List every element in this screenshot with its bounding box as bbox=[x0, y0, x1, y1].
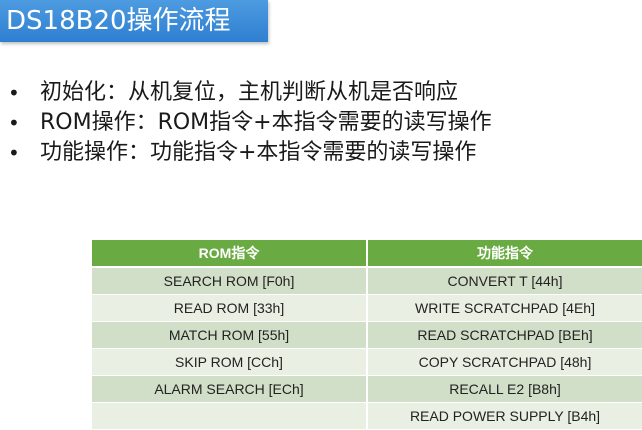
function-command-cell: WRITE SCRATCHPAD [4Eh] bbox=[367, 294, 642, 322]
bullet-text: 初始化：从机复位，主机判断从机是否响应 bbox=[40, 80, 459, 105]
table-row: READ POWER SUPPLY [B4h] bbox=[92, 402, 642, 430]
bullet-text: 功能操作：功能指令+本指令需要的读写操作 bbox=[40, 140, 477, 165]
header-rom-commands: ROM指令 bbox=[92, 240, 368, 268]
command-table: ROM指令 功能指令 SEARCH ROM [F0h] CONVERT T [4… bbox=[92, 240, 642, 430]
table-row: SEARCH ROM [F0h] CONVERT T [44h] bbox=[92, 267, 642, 295]
function-command-cell: RECALL E2 [B8h] bbox=[367, 375, 642, 403]
rom-command-cell bbox=[92, 402, 368, 430]
bullet-text: ROM操作：ROM指令+本指令需要的读写操作 bbox=[40, 110, 492, 135]
rom-command-cell: MATCH ROM [55h] bbox=[92, 321, 368, 349]
bullet-list: • 初始化：从机复位，主机判断从机是否响应 • ROM操作：ROM指令+本指令需… bbox=[8, 78, 638, 168]
bullet-dot-icon: • bbox=[8, 141, 20, 165]
function-command-cell: READ SCRATCHPAD [BEh] bbox=[367, 321, 642, 349]
function-command-cell: COPY SCRATCHPAD [48h] bbox=[367, 348, 642, 376]
slide-title: DS18B20操作流程 bbox=[6, 6, 231, 36]
bullet-item-init: • 初始化：从机复位，主机判断从机是否响应 bbox=[8, 78, 638, 108]
table-header-row: ROM指令 功能指令 bbox=[92, 240, 642, 268]
rom-command-cell: SKIP ROM [CCh] bbox=[92, 348, 368, 376]
table-row: SKIP ROM [CCh] COPY SCRATCHPAD [48h] bbox=[92, 348, 642, 376]
title-bar: DS18B20操作流程 bbox=[0, 0, 268, 42]
header-function-commands: 功能指令 bbox=[367, 240, 642, 268]
function-command-cell: CONVERT T [44h] bbox=[367, 267, 642, 295]
bullet-item-rom: • ROM操作：ROM指令+本指令需要的读写操作 bbox=[8, 108, 638, 138]
command-table-wrapper: ROM指令 功能指令 SEARCH ROM [F0h] CONVERT T [4… bbox=[92, 240, 642, 430]
slide: DS18B20操作流程 • 初始化：从机复位，主机判断从机是否响应 • ROM操… bbox=[0, 0, 642, 430]
table-row: MATCH ROM [55h] READ SCRATCHPAD [BEh] bbox=[92, 321, 642, 349]
rom-command-cell: SEARCH ROM [F0h] bbox=[92, 267, 368, 295]
table-row: READ ROM [33h] WRITE SCRATCHPAD [4Eh] bbox=[92, 294, 642, 322]
rom-command-cell: ALARM SEARCH [ECh] bbox=[92, 375, 368, 403]
bullet-item-function: • 功能操作：功能指令+本指令需要的读写操作 bbox=[8, 138, 638, 168]
rom-command-cell: READ ROM [33h] bbox=[92, 294, 368, 322]
table-row: ALARM SEARCH [ECh] RECALL E2 [B8h] bbox=[92, 375, 642, 403]
bullet-dot-icon: • bbox=[8, 81, 20, 105]
function-command-cell: READ POWER SUPPLY [B4h] bbox=[367, 402, 642, 430]
bullet-dot-icon: • bbox=[8, 111, 20, 135]
